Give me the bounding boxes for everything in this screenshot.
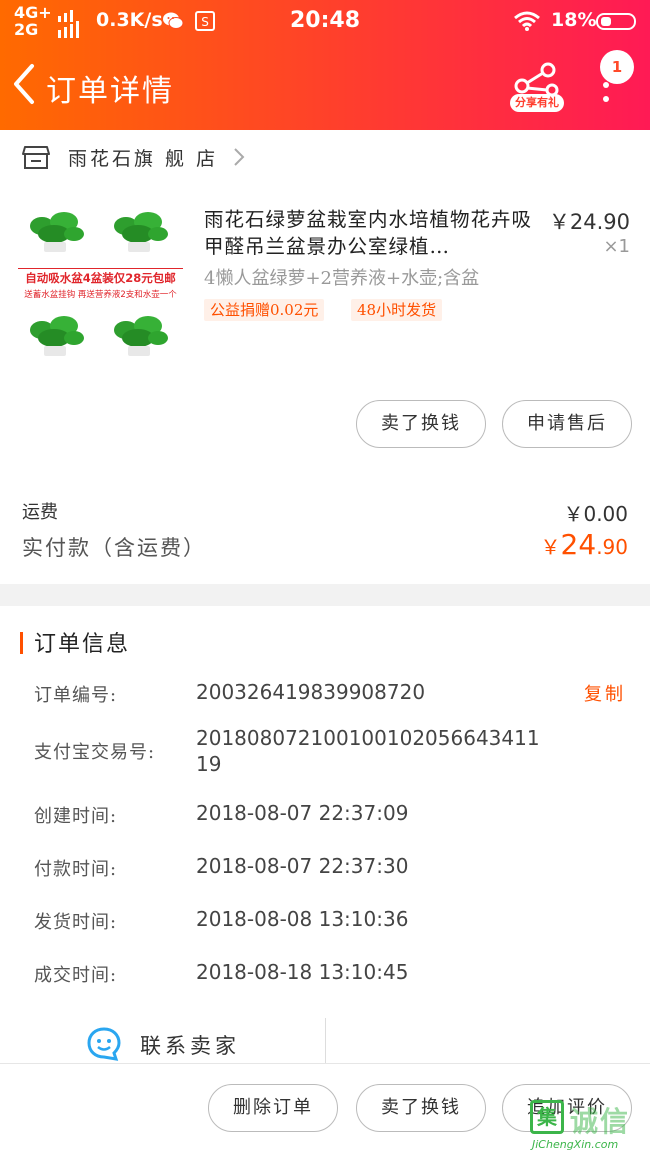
section-accent-bar <box>20 632 23 654</box>
header-bar: 4G+ 2G 0.3K/s S 20:48 18% 订单详情 分享有礼 1 <box>0 0 650 130</box>
shipping-time-tag: 48小时发货 <box>351 299 443 321</box>
status-bar: 4G+ 2G 0.3K/s S 20:48 18% <box>0 0 650 44</box>
paid-amount: ￥24.90 <box>540 528 628 561</box>
completed-time-label: 成交时间: <box>34 965 118 986</box>
battery-percent: 18% <box>551 9 597 31</box>
plant-icon <box>30 316 84 356</box>
paid-label: 实付款（含运费） <box>22 536 206 560</box>
contact-seller-button[interactable]: 联系卖家 <box>86 1026 326 1064</box>
message-badge[interactable]: 1 <box>600 50 634 84</box>
watermark-icon: 集 <box>530 1100 564 1134</box>
alipay-number-value: 20180807210010010205664341119 <box>196 726 540 776</box>
back-arrow-icon[interactable] <box>10 62 40 106</box>
store-icon <box>22 146 50 169</box>
chat-bubble-icon <box>87 1027 121 1061</box>
section-divider <box>0 584 650 606</box>
shipped-time-value: 2018-08-08 13:10:36 <box>196 907 409 931</box>
image-banner: 自动吸水盆4盆装仅28元包邮 <box>18 268 183 286</box>
order-number-value: 200326419839908720 <box>196 680 426 704</box>
completed-time-value: 2018-08-18 13:10:45 <box>196 960 409 984</box>
wifi-icon <box>514 11 540 31</box>
paid-time-label: 付款时间: <box>34 859 118 880</box>
created-time-label: 创建时间: <box>34 806 118 827</box>
product-price: ￥24.90 <box>548 210 630 234</box>
contact-seller-label: 联系卖家 <box>140 1034 240 1058</box>
chevron-right-icon <box>234 148 245 166</box>
watermark-text: 诚信 <box>570 1105 631 1138</box>
watermark-url: JiChengXin.com <box>532 1138 619 1151</box>
product-title[interactable]: 雨花石绿萝盆栽室内水培植物花卉吸甲醛吊兰盆景办公室绿植… <box>204 206 532 260</box>
plant-icon <box>30 212 84 252</box>
image-subbanner: 送蓄水盆挂钩 再送营养液2支和水壶一个 <box>24 290 177 300</box>
product-sku: 4懒人盆绿萝+2营养液+水壶;含盆 <box>204 268 480 289</box>
shipping-value: ￥0.00 <box>563 502 628 526</box>
order-number-label: 订单编号: <box>34 685 118 706</box>
paid-time-value: 2018-08-07 22:37:30 <box>196 854 409 878</box>
charity-tag: 公益捐赠0.02元 <box>204 299 325 321</box>
share-reward-label[interactable]: 分享有礼 <box>510 94 564 112</box>
resell-button[interactable]: 卖了换钱 <box>356 400 486 448</box>
shop-row[interactable]: 雨花石旗 舰 店 <box>0 130 650 184</box>
product-image[interactable]: 自动吸水盆4盆装仅28元包邮 送蓄水盆挂钩 再送营养液2支和水壶一个 <box>18 196 183 364</box>
plant-icon <box>114 212 168 252</box>
delete-order-button[interactable]: 删除订单 <box>208 1084 338 1132</box>
order-info-title: 订单信息 <box>34 632 131 657</box>
shipped-time-label: 发货时间: <box>34 912 118 933</box>
after-sales-button[interactable]: 申请售后 <box>502 400 632 448</box>
watermark-logo: 集 诚信 JiChengXin.com <box>530 1100 648 1152</box>
shipping-label: 运费 <box>22 502 58 523</box>
plant-icon <box>114 316 168 356</box>
alipay-number-label: 支付宝交易号: <box>34 742 156 763</box>
product-quantity: ×1 <box>603 236 630 257</box>
shop-name: 雨花石旗 舰 店 <box>68 148 219 170</box>
created-time-value: 2018-08-07 22:37:09 <box>196 801 409 825</box>
page-title: 订单详情 <box>46 74 174 109</box>
divider <box>325 1018 326 1064</box>
battery-icon <box>596 13 636 30</box>
resell-footer-button[interactable]: 卖了换钱 <box>356 1084 486 1132</box>
copy-button[interactable]: 复制 <box>584 680 626 706</box>
